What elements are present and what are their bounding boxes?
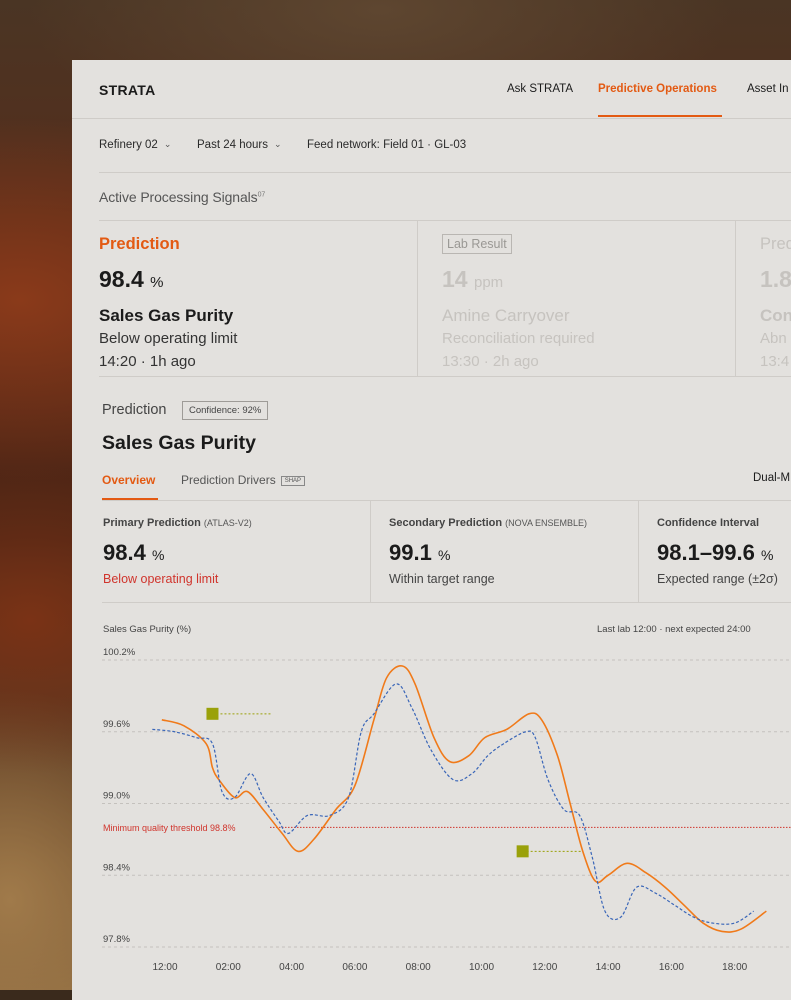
x-tick-label: 12:00 (532, 962, 557, 973)
signal-card-amine-carryover[interactable]: Lab Result 14 ppm Amine Carryover Reconc… (442, 222, 742, 374)
card-time: 13:30 · 2h ago (442, 353, 539, 370)
signal-count: 07 (257, 191, 266, 199)
x-tick-label: 06:00 (342, 962, 367, 973)
card-status: Below operating limit (99, 330, 238, 347)
brand-logo[interactable]: STRATA (99, 82, 156, 98)
card-time: 13:4 (760, 353, 790, 370)
nav-ask-strata[interactable]: Ask STRATA (507, 83, 573, 95)
y-tick-label: 97.8% (103, 934, 130, 945)
metric-value: 98.4 % (103, 540, 165, 565)
card-kicker-badge: Lab Result (442, 234, 512, 254)
y-tick-label: 100.2% (103, 647, 136, 658)
card-name: Amine Carryover (442, 306, 570, 325)
y-tick-label: 99.6% (103, 719, 130, 730)
y-tick-label: 99.0% (103, 791, 130, 802)
signal-card-third[interactable]: Pred 1.8 Con Abn 13:4 (760, 222, 791, 374)
x-tick-label: 04:00 (279, 962, 304, 973)
tab-prediction-drivers[interactable]: Prediction Drivers SHAP (181, 473, 306, 488)
confidence-badge: Confidence: 92% (182, 401, 269, 420)
section-title-text: Active Processing Signals (99, 189, 258, 205)
card-kicker: Pred (760, 235, 791, 253)
x-tick-label: 10:00 (469, 962, 494, 973)
filter-bar: Refinery 02 ⌄ Past 24 hours ⌄ Feed network… (99, 118, 791, 173)
metric-status: Below operating limit (103, 572, 219, 586)
card-name: Sales Gas Purity (99, 306, 234, 325)
detail-title: Sales Gas Purity (102, 432, 256, 454)
primary-prediction-line (161, 665, 767, 933)
confidence-interval-metric: Confidence Interval 98.1–99.6 % Expected… (657, 502, 791, 602)
signal-card-sales-gas-purity[interactable]: Prediction 98.4 % Sales Gas Purity Below… (99, 222, 417, 374)
y-tick-label: 98.4% (103, 862, 130, 873)
refinery-filter[interactable]: Refinery 02 ⌄ (99, 139, 171, 151)
divider (99, 376, 791, 377)
chart-svg: 100.2% 99.6% 99.0% 98.4% 97.8% 12:00 02:00 04:0… (102, 647, 791, 973)
card-status: Reconciliation required (442, 330, 595, 347)
divider (102, 500, 791, 501)
card-value: 14 ppm (442, 266, 504, 292)
feed-network-filter[interactable]: Feed network: Field 01 · GL-03 (307, 139, 466, 151)
x-tick-label: 18:00 (722, 962, 747, 973)
metric-value: 99.1 % (389, 540, 451, 565)
main-panel: STRATA Ask STRATA Predictive Operations … (72, 60, 791, 1000)
metric-divider (638, 501, 639, 603)
detail-kicker: Prediction (102, 402, 167, 418)
tab-overview[interactable]: Overview (102, 473, 155, 487)
time-range-filter[interactable]: Past 24 hours ⌄ (197, 139, 282, 151)
nav-active-indicator (598, 115, 722, 117)
metric-status: Expected range (±2σ) (657, 572, 778, 586)
x-tick-label: 12:00 (152, 962, 177, 973)
purity-chart: Sales Gas Purity (%) Last lab 12:00 · ne… (72, 615, 791, 1000)
secondary-prediction-metric: Secondary Prediction (NOVA ENSEMBLE) 99.… (389, 502, 639, 602)
card-time: 14:20 · 1h ago (99, 353, 196, 370)
card-name: Con (760, 306, 791, 325)
card-status: Abn (760, 330, 787, 347)
chevron-down-icon: ⌄ (273, 139, 282, 149)
card-divider (417, 221, 418, 377)
x-tick-label: 16:00 (659, 962, 684, 973)
metric-value: 98.1–99.6 % (657, 540, 774, 565)
section-title: Active Processing Signals07 (99, 189, 265, 205)
x-tick-label: 08:00 (406, 962, 431, 973)
x-tick-label: 02:00 (216, 962, 241, 973)
shap-badge: SHAP (280, 476, 306, 486)
metric-status: Within target range (389, 572, 495, 586)
metric-label: Secondary Prediction (NOVA ENSEMBLE) (389, 517, 588, 529)
divider (102, 602, 791, 603)
primary-prediction-metric: Primary Prediction (ATLAS-V2) 98.4 % Bel… (103, 502, 371, 602)
chevron-down-icon: ⌄ (163, 139, 172, 149)
metric-divider (370, 501, 371, 603)
lab-result-marker (516, 845, 529, 858)
nav-asset-in[interactable]: Asset In (747, 83, 789, 95)
card-kicker: Prediction (99, 235, 180, 253)
divider (99, 220, 791, 221)
time-range-filter-label: Past 24 hours (197, 139, 268, 151)
card-divider (735, 221, 736, 377)
tab-prediction-drivers-label: Prediction Drivers (181, 473, 276, 487)
lab-result-marker (206, 707, 219, 720)
x-tick-label: 14:00 (596, 962, 621, 973)
metric-label: Confidence Interval (657, 517, 760, 529)
metric-label: Primary Prediction (ATLAS-V2) (103, 517, 252, 529)
card-value: 1.8 (760, 266, 791, 292)
refinery-filter-label: Refinery 02 (99, 139, 158, 151)
nav-predictive-operations[interactable]: Predictive Operations (598, 83, 717, 95)
threshold-label: Minimum quality threshold 98.8% (103, 823, 236, 833)
secondary-prediction-line (152, 683, 755, 925)
card-value: 98.4 % (99, 266, 164, 292)
top-bar: STRATA Ask STRATA Predictive Operations … (72, 60, 791, 119)
dual-model-toggle[interactable]: Dual-M (753, 472, 790, 484)
